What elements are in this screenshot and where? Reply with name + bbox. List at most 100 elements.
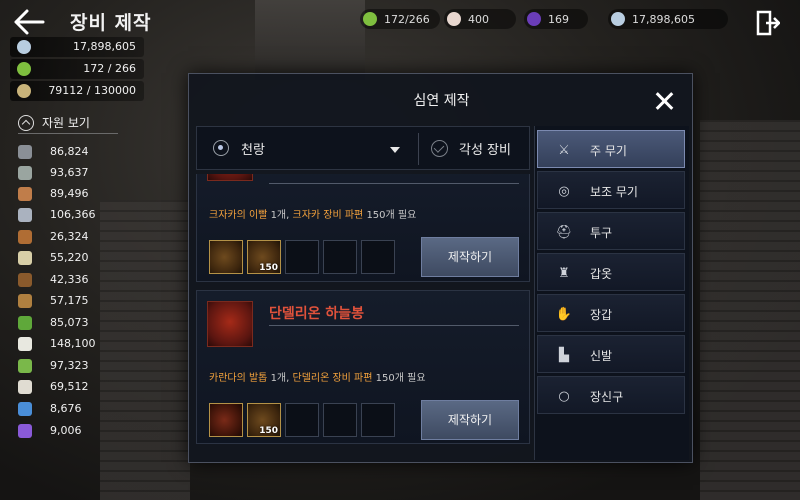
resource-value: 26,324 (50, 230, 89, 243)
tab-accessory[interactable]: ○ 장신구 (537, 376, 685, 414)
craft-button[interactable]: 제작하기 (421, 237, 519, 277)
tab-gloves[interactable]: ✋ 장갑 (537, 294, 685, 332)
empty-slot (285, 240, 319, 274)
requirement-text: 크자카의 이빨 1개, 크자카 장비 파편 150개 필요 (209, 206, 416, 221)
craft-button[interactable]: 제작하기 (421, 400, 519, 440)
currency-purple-orb: 169 (524, 9, 588, 29)
resource-value: 148,100 (50, 337, 96, 350)
stat-green-gem: 172 / 266 (10, 59, 144, 79)
close-button[interactable] (653, 90, 675, 112)
pearl-icon (447, 12, 461, 26)
exit-button[interactable] (756, 10, 781, 36)
tab-label: 신발 (590, 349, 613, 363)
checkbox-icon[interactable] (431, 140, 448, 157)
tab-label: 보조 무기 (590, 185, 638, 199)
resource-value: 86,824 (50, 145, 89, 158)
boot-icon: ▙ (559, 347, 569, 363)
wheat-icon (17, 84, 31, 98)
feather-icon (18, 208, 32, 222)
tab-helmet[interactable]: ⛑ 투구 (537, 212, 685, 250)
crossed-swords-icon: ⚔ (558, 142, 570, 158)
resource-item: 85,073 (18, 313, 118, 333)
resource-value: 97,323 (50, 359, 89, 372)
resource-value: 9,006 (50, 424, 82, 437)
resource-value: 42,336 (50, 273, 89, 286)
resource-value: 93,637 (50, 166, 89, 179)
currency-value: 400 (468, 12, 489, 26)
slot-count: 150 (259, 426, 278, 436)
stat-value: 17,898,605 (73, 40, 136, 53)
stone-icon (18, 166, 32, 180)
resource-item: 42,336 (18, 270, 118, 290)
resource-value: 85,073 (50, 316, 89, 329)
flower-icon (18, 337, 32, 351)
stat-wheat: 79112 / 130000 (10, 81, 144, 101)
silver-coin-icon (17, 40, 31, 54)
crystal-icon (18, 402, 32, 416)
glove-icon: ✋ (555, 306, 573, 322)
requirement-count: 1개, (267, 210, 293, 221)
tab-label: 장신구 (590, 390, 624, 404)
page-title: 장비 제작 (70, 12, 152, 34)
resource-item: 26,324 (18, 227, 118, 247)
resource-value: 55,220 (50, 251, 89, 264)
chevron-up-icon (18, 114, 34, 131)
material-slot[interactable] (209, 240, 243, 274)
sword-icon (207, 174, 253, 181)
class-dropdown[interactable]: 천랑 (241, 139, 265, 158)
material-slot[interactable] (209, 403, 243, 437)
currency-pearl: 400 (444, 9, 516, 29)
view-resources-label: 자원 보기 (42, 116, 90, 130)
requirement-material: 카란다의 발톱 (209, 373, 268, 384)
background-wall (700, 120, 800, 500)
back-button[interactable] (12, 8, 46, 36)
category-tabs: ⚔ 주 무기 ◎ 보조 무기 ⛑ 투구 ♜ 갑옷 ✋ 장갑 ▙ 신발 ○ 장신구 (534, 126, 689, 460)
purple-orb-icon (18, 424, 32, 438)
bone-icon (18, 251, 32, 265)
currency-green-gem: 172/266 (360, 9, 440, 29)
tab-label: 장갑 (590, 308, 613, 322)
pearl-icon (18, 380, 32, 394)
chevron-down-icon[interactable] (390, 147, 400, 153)
currency-silver: 17,898,605 (608, 9, 728, 29)
stat-value: 79112 / 130000 (48, 84, 136, 97)
resource-item: 9,006 (18, 421, 118, 441)
empty-slot (323, 240, 357, 274)
resource-item: 97,323 (18, 356, 118, 376)
requirement-suffix: 150개 필요 (363, 210, 417, 221)
resource-value: 57,175 (50, 294, 89, 307)
tab-label: 투구 (590, 226, 613, 240)
helmet-icon: ⛑ (555, 224, 573, 240)
empty-slot (361, 403, 395, 437)
recipe-list[interactable]: 크자카의 이빨 1개, 크자카 장비 파편 150개 필요 150 제작하기 단… (196, 174, 530, 460)
staff-icon (207, 301, 253, 347)
wood-icon (18, 230, 32, 244)
currency-value: 17,898,605 (632, 12, 695, 26)
armor-icon: ♜ (558, 265, 570, 281)
shield-icon: ◎ (558, 183, 570, 199)
green-gem-icon (17, 62, 31, 76)
requirement-piece: 단델리온 장비 파편 (292, 373, 373, 384)
tab-sub-weapon[interactable]: ◎ 보조 무기 (537, 171, 685, 209)
resource-item: 106,366 (18, 205, 118, 225)
stat-value: 172 / 266 (83, 62, 136, 75)
requirement-piece: 크자카 장비 파편 (292, 210, 364, 221)
resource-value: 106,366 (50, 208, 96, 221)
material-slot[interactable]: 150 (247, 240, 281, 274)
resource-item: 86,824 (18, 142, 118, 162)
resource-item: 148,100 (18, 334, 118, 354)
arrow-left-icon (14, 9, 45, 35)
tab-main-weapon[interactable]: ⚔ 주 무기 (537, 130, 685, 168)
view-resources-toggle[interactable]: 자원 보기 (18, 112, 118, 134)
tab-armor[interactable]: ♜ 갑옷 (537, 253, 685, 291)
modal-title: 심연 제작 (413, 93, 470, 109)
stat-silver: 17,898,605 (10, 37, 144, 57)
empty-slot (323, 403, 357, 437)
tab-label: 갑옷 (590, 267, 613, 281)
requirement-material: 크자카의 이빨 (209, 210, 268, 221)
awakening-gear-checkbox-label[interactable]: 각성 장비 (459, 139, 511, 158)
material-slot[interactable]: 150 (247, 403, 281, 437)
tab-shoes[interactable]: ▙ 신발 (537, 335, 685, 373)
herb-icon (18, 359, 32, 373)
resource-value: 69,512 (50, 380, 89, 393)
